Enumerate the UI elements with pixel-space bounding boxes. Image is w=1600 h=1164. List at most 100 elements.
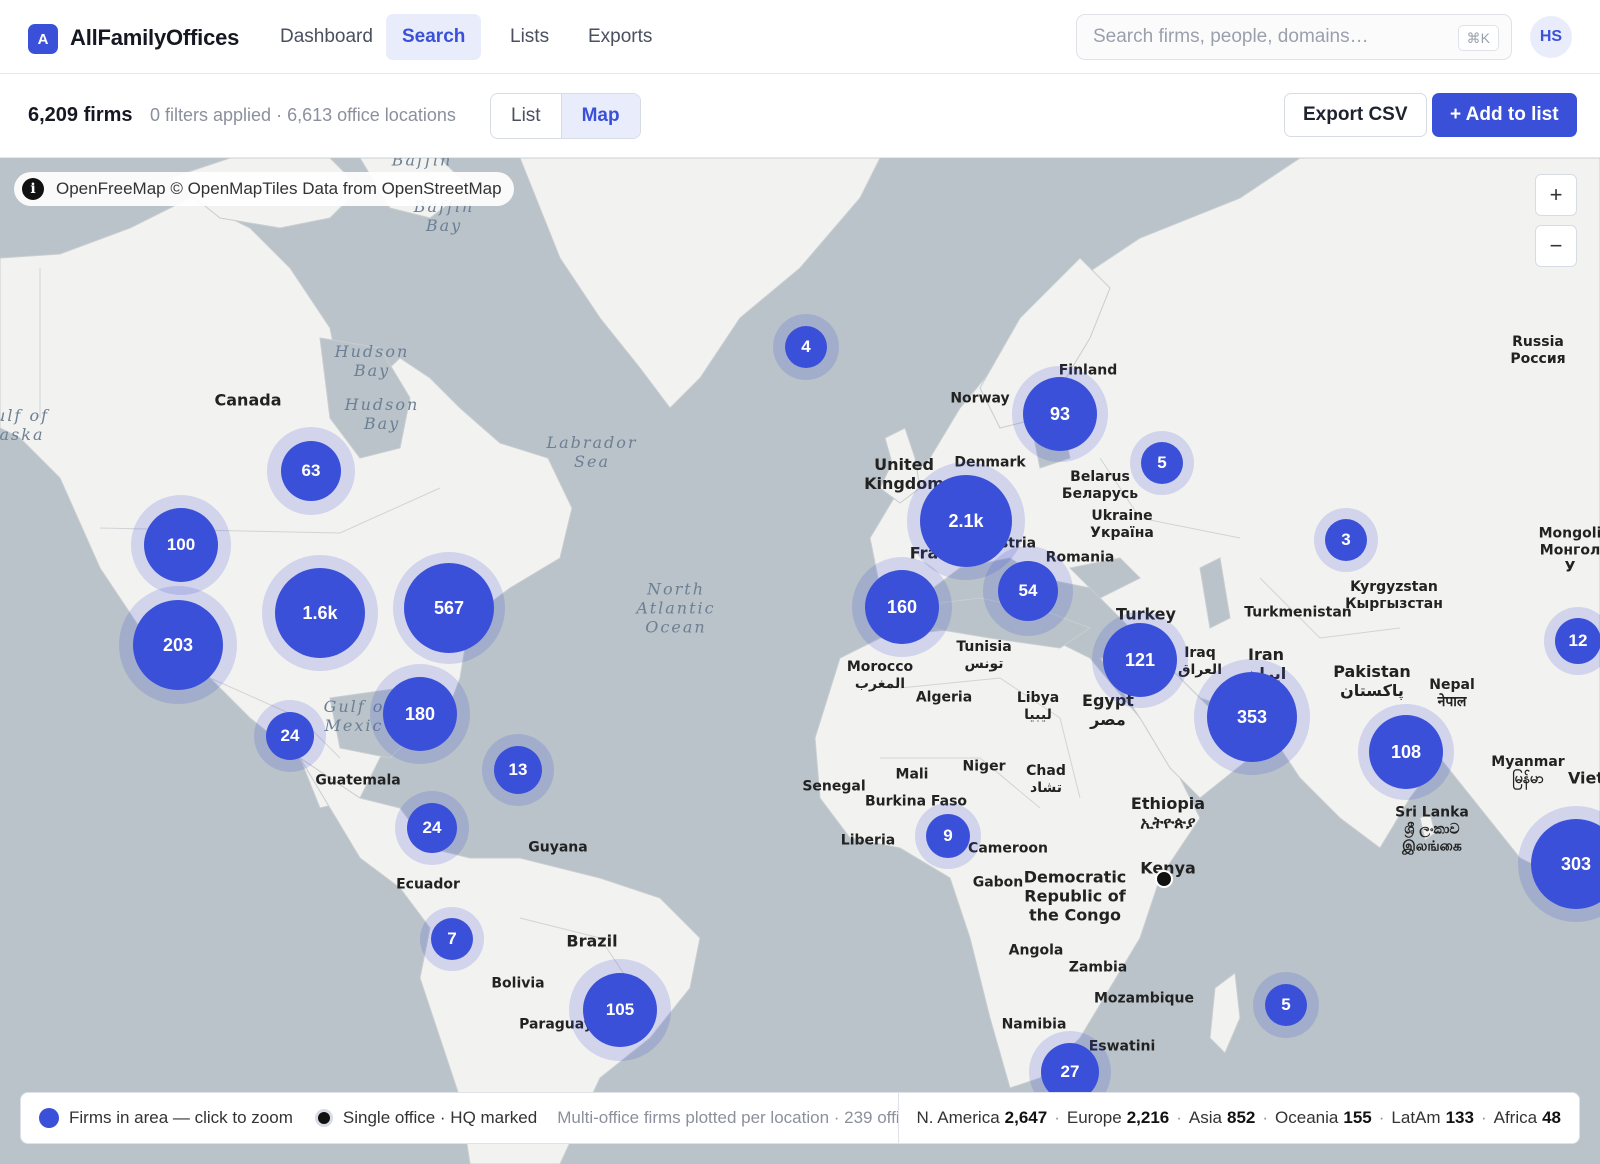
country-label: Niger (962, 758, 1006, 775)
cluster-marker[interactable]: 180 (370, 664, 470, 764)
view-map-button[interactable]: Map (560, 94, 640, 138)
region-count: 155 (1343, 1108, 1372, 1127)
top-nav: A AllFamilyOffices Dashboard Search List… (0, 0, 1600, 74)
cluster-marker[interactable]: 13 (482, 734, 554, 806)
hq-legend-icon (314, 1109, 333, 1127)
country-label: Chad تشاد (1026, 763, 1066, 796)
country-label: Viet (1567, 768, 1600, 788)
cluster-marker[interactable]: 100 (131, 495, 231, 595)
country-label: Ukraine Украïна (1090, 508, 1154, 541)
zoom-in-button[interactable]: + (1535, 174, 1577, 216)
country-label: Mongoli Монгол У (1538, 525, 1600, 576)
water-label-hudson-bay-2: Hudson Bay (344, 395, 420, 433)
region-name: N. America (916, 1108, 1000, 1127)
country-label: Mozambique (1093, 990, 1195, 1007)
add-to-list-button[interactable]: + Add to list (1432, 93, 1577, 137)
separator: · (1176, 1108, 1182, 1127)
map-canvas[interactable]: Baffin Baffin Bay Hudson Bay Hudson Bay … (0, 158, 1600, 1164)
country-label: Myanmar မြန်မာ (1491, 754, 1565, 787)
country-label: Senegal (802, 778, 866, 795)
region-name: Asia (1188, 1108, 1222, 1127)
export-csv-button[interactable]: Export CSV (1284, 93, 1427, 137)
view-list-button[interactable]: List (491, 94, 561, 138)
country-label: Algeria (915, 689, 973, 706)
legend-note: Multi-office firms plotted per location … (557, 1108, 951, 1127)
water-label-labrador-sea: Labrador Sea (546, 433, 638, 471)
region-count: 48 (1542, 1108, 1561, 1127)
hq-marker[interactable] (1155, 870, 1173, 888)
cluster-marker[interactable]: 5 (1130, 431, 1194, 495)
cluster-marker[interactable]: 9 (915, 803, 981, 869)
cluster-marker[interactable]: 108 (1358, 704, 1454, 800)
cluster-marker[interactable]: 160 (852, 557, 952, 657)
country-label: Liberia (840, 832, 896, 849)
cluster-legend-label: Firms in area — click to zoom (69, 1108, 293, 1127)
cluster-marker[interactable]: 567 (393, 552, 505, 664)
cluster-marker[interactable]: 4 (773, 314, 839, 380)
water-label-north-atlantic: North Atlantic Ocean (636, 579, 716, 637)
cluster-marker[interactable]: 3 (1314, 508, 1378, 572)
country-label: Ecuador (396, 876, 460, 893)
cluster-marker[interactable]: 5 (1253, 972, 1319, 1038)
separator: · (1262, 1108, 1269, 1127)
cluster-marker[interactable]: 105 (569, 959, 671, 1061)
region-count: 133 (1445, 1108, 1474, 1127)
country-label: Norway (950, 390, 1010, 407)
country-label: Guyana (528, 839, 588, 856)
country-label: Canada (214, 390, 282, 410)
nav-exports[interactable]: Exports (572, 14, 668, 60)
country-label: Guatemala (315, 772, 401, 789)
country-label: Kyrgyzstan Кыргызстан (1345, 579, 1443, 612)
view-toggle: List Map (490, 93, 641, 139)
map-legend: Firms in area — click to zoom Single off… (20, 1092, 1580, 1144)
country-label: Russia Россия (1510, 334, 1566, 367)
cluster-marker[interactable]: 93 (1012, 366, 1108, 462)
cluster-marker[interactable]: 1.6k (262, 555, 378, 671)
country-label: Turkmenistan (1244, 604, 1352, 621)
avatar[interactable]: HS (1530, 16, 1572, 58)
nav-search[interactable]: Search (386, 14, 482, 60)
country-label: Libya ليبيا (1016, 690, 1060, 723)
nav-dashboard[interactable]: Dashboard (264, 14, 389, 60)
country-label: Nepal नेपाल (1429, 677, 1475, 710)
search-input[interactable] (1093, 26, 1443, 48)
water-label-baffin: Baffin (391, 158, 453, 170)
shortcut-badge: ⌘K (1457, 25, 1499, 51)
region-stats: N. America 2,647 · Europe 2,216 · Asia 852 … (897, 1093, 1579, 1143)
separator: · (1054, 1108, 1060, 1127)
country-label: Gabon (972, 874, 1024, 891)
info-icon[interactable]: i (22, 178, 44, 200)
firm-count: 6,209 firms (28, 104, 133, 126)
app-name[interactable]: AllFamilyOffices (70, 25, 239, 51)
region-name: Oceania (1275, 1108, 1339, 1127)
separator: · (1378, 1108, 1385, 1127)
cluster-marker[interactable]: 203 (119, 586, 237, 704)
cluster-marker[interactable]: 24 (254, 700, 326, 772)
cluster-marker[interactable]: 121 (1092, 612, 1188, 708)
country-label: Morocco المغرب (846, 659, 914, 692)
region-name: Africa (1493, 1108, 1538, 1127)
separator: · (1480, 1108, 1487, 1127)
cluster-marker[interactable]: 54 (983, 546, 1073, 636)
logo-icon[interactable]: A (28, 24, 58, 54)
nav-lists[interactable]: Lists (494, 14, 565, 60)
cluster-marker[interactable]: 63 (267, 427, 355, 515)
country-label: Democratic Republic of the Congo (1023, 867, 1127, 925)
attribution-text[interactable]: OpenFreeMap © OpenMapTiles Data from Ope… (56, 179, 502, 199)
cluster-marker[interactable]: 24 (395, 791, 469, 865)
region-name: LatAm (1391, 1108, 1441, 1127)
cluster-legend-icon (39, 1108, 59, 1128)
region-count: 852 (1227, 1108, 1256, 1127)
zoom-out-button[interactable]: − (1535, 225, 1577, 267)
region-name: Europe (1066, 1108, 1122, 1127)
map-basemap (0, 158, 1600, 1164)
region-count: 2,647 (1004, 1108, 1048, 1127)
water-label-gulf-of-alaska: ulf of aska (0, 406, 49, 444)
country-label: Pakistan پاکستان (1333, 662, 1411, 700)
global-search[interactable]: ⌘K (1076, 14, 1512, 60)
country-label: Ethiopia ኢትዮጵያ (1130, 794, 1206, 832)
cluster-marker[interactable]: 353 (1194, 659, 1310, 775)
cluster-marker[interactable]: 7 (420, 907, 484, 971)
country-label: Angola (1008, 942, 1064, 959)
single-office-legend-label: Single office · HQ marked (342, 1108, 538, 1127)
